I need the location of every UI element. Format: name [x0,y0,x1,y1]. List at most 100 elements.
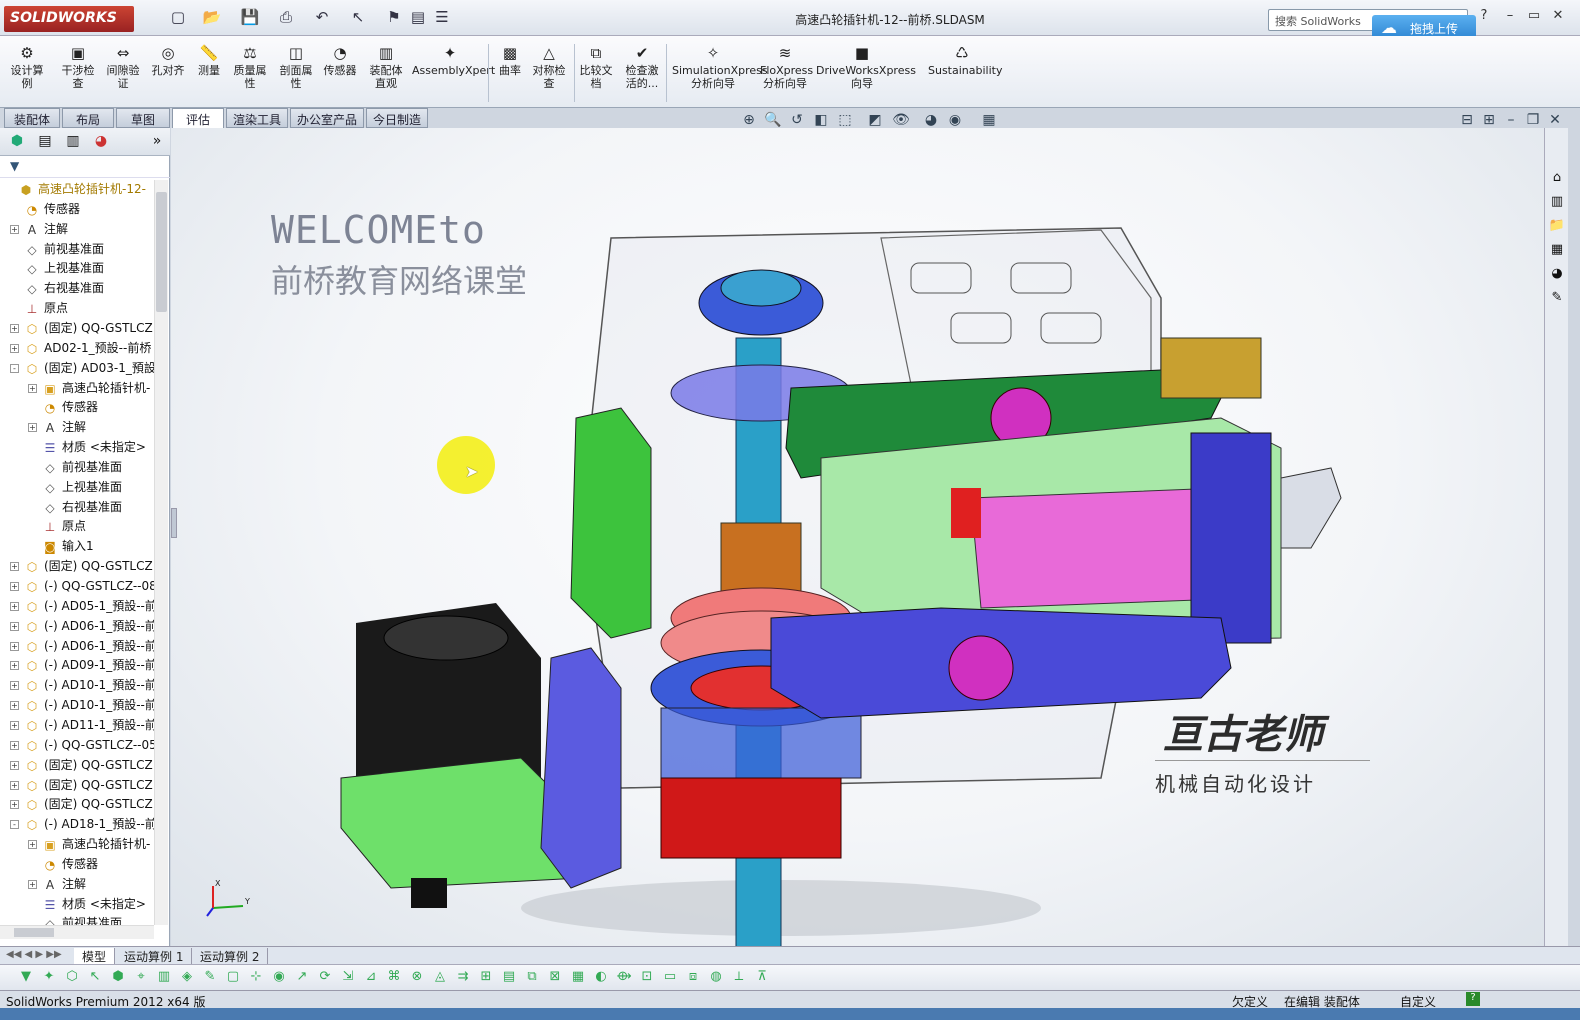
tree-item[interactable]: + ⬡ (-) AD10-1_預設--前 [0,696,154,716]
view-palette-icon[interactable]: ▦ [1548,242,1566,260]
design-library-icon[interactable]: ▥ [1548,194,1566,212]
feature-manager-tab-icon[interactable]: ⬢ [6,133,28,153]
tree-item[interactable]: + A 注解 [0,220,154,240]
cmd-measure-button[interactable]: 📏 测量 [194,44,224,77]
bottom-tool-icon[interactable]: ◈ [177,969,197,987]
expand-icon[interactable]: + [10,780,19,790]
tree-item[interactable]: + ⬡ (-) AD06-1_預設--前 [0,637,154,657]
bottom-tool-icon[interactable]: ⇉ [453,969,473,987]
print-icon[interactable]: ⎙ [276,8,296,28]
appearances-icon[interactable]: ◕ [1548,266,1566,284]
tab-1[interactable]: 布局 [62,108,114,128]
tree-horizontal-scrollbar[interactable] [0,925,154,939]
tab-4[interactable]: 渲染工具 [226,108,288,128]
cmd-floxpress-button[interactable]: ≋ FloXpress分析向导 [760,44,813,90]
expand-icon[interactable]: + [28,423,37,433]
options-icon[interactable]: ☰ [432,8,452,28]
bottom-tab-0[interactable]: 模型 [74,948,116,964]
cmd-sensor-button[interactable]: ◔ 传感器 [320,44,360,77]
tree-item[interactable]: + ⬡ (-) AD10-1_預設--前 [0,676,154,696]
bottom-tool-icon[interactable]: ⧉ [522,969,542,987]
assembly-model[interactable] [321,218,1381,946]
tree-item[interactable]: + ⬡ (-) AD05-1_預設--前 [0,597,154,617]
cmd-compare-button[interactable]: ⧉ 比较文档 [578,44,614,90]
select-icon[interactable]: ↖ [348,8,368,28]
tab-nav-arrows-icon[interactable]: ◀◀ ◀ ▶ ▶▶ [6,949,62,960]
bottom-tool-icon[interactable]: ↗ [292,969,312,987]
expand-icon[interactable]: + [10,323,19,333]
bottom-tool-icon[interactable]: ▤ [499,969,519,987]
tree-item[interactable]: + ⬡ (固定) QQ-GSTLCZ [0,776,154,796]
bottom-tool-icon[interactable]: ✎ [200,969,220,987]
bottom-tool-icon[interactable]: ⌖ [131,969,151,987]
expand-icon[interactable]: + [28,383,37,393]
rebuild-icon[interactable]: ⚑ [384,8,404,28]
cmd-sustainability-button[interactable]: ♺ Sustainability [928,44,1002,77]
expand-icon[interactable]: + [10,760,19,770]
new-file-icon[interactable]: ▢ [168,8,188,28]
bottom-tool-icon[interactable]: ◍ [706,969,726,987]
custom-props-icon[interactable]: ✎ [1548,290,1566,308]
tree-item[interactable]: ◇ 右视基准面 [0,279,154,299]
bottom-tool-icon[interactable]: ⬢ [108,969,128,987]
bottom-tool-icon[interactable]: ◐ [591,969,611,987]
tree-item[interactable]: ◇ 上视基准面 [0,259,154,279]
home-icon[interactable]: ⌂ [1548,170,1566,188]
expand-icon[interactable]: + [10,621,19,631]
tree-item[interactable]: + ▣ 高速凸轮插针机- [0,835,154,855]
expand-icon[interactable]: + [10,800,19,810]
tree-item[interactable]: - ⬡ (-) AD18-1_預設--前 [0,815,154,835]
cmd-mass-props-button[interactable]: ⚖ 质量属性 [230,44,270,90]
tree-item[interactable]: + ⬡ (固定) QQ-GSTLCZ [0,557,154,577]
tree-item[interactable]: ◇ 前视基准面 [0,458,154,478]
bottom-tool-icon[interactable]: ⊿ [361,969,381,987]
bottom-tool-icon[interactable]: ⊞ [476,969,496,987]
expand-icon[interactable]: + [28,840,37,850]
cmd-symmetry-button[interactable]: △ 对称检查 [530,44,568,90]
bottom-tool-icon[interactable]: ▭ [660,969,680,987]
pane-collapse-handle[interactable] [171,508,177,538]
bottom-tool-icon[interactable]: ⊗ [407,969,427,987]
bottom-tool-icon[interactable]: ▦ [568,969,588,987]
maximize-icon[interactable]: ▭ [1524,8,1544,28]
bottom-tool-icon[interactable]: ▢ [223,969,243,987]
expand-icon[interactable]: + [10,343,19,353]
tree-item[interactable]: ◇ 右视基准面 [0,498,154,518]
open-file-icon[interactable]: 📂 [202,8,222,28]
tree-item[interactable]: + A 注解 [0,875,154,895]
bottom-tool-icon[interactable]: ⬡ [62,969,82,987]
tree-item[interactable]: ◇ 前视基准面 [0,240,154,260]
tree-item[interactable]: + ⬡ (-) QQ-GSTLCZ--08 [0,577,154,597]
tree-item[interactable]: + ⬡ (固定) QQ-GSTLCZ [0,319,154,339]
tree-item[interactable]: ☰ 材质 <未指定> [0,895,154,915]
tree-item[interactable]: ◔ 传感器 [0,855,154,875]
file-explorer-icon[interactable]: 📁 [1548,218,1566,236]
save-icon[interactable]: 💾 [240,8,260,28]
cmd-check-button[interactable]: ✔ 检查激活的... [622,44,662,90]
collapse-icon[interactable]: - [10,820,19,830]
tree-item[interactable]: + ⬡ AD02-1_预設--前桥 [0,339,154,359]
tree-item[interactable]: + ⬡ (固定) QQ-GSTLCZ [0,795,154,815]
bottom-tab-2[interactable]: 运动算例 2 [192,948,269,964]
cmd-section-props-button[interactable]: ◫ 剖面属性 [276,44,316,90]
tree-item[interactable]: ⊥ 原点 [0,299,154,319]
expand-icon[interactable]: + [10,582,19,591]
bottom-tool-icon[interactable]: ⊡ [637,969,657,987]
expand-icon[interactable]: + [10,601,19,611]
filter-icon[interactable]: ▼ [10,159,19,173]
tab-0[interactable]: 装配体 [4,108,60,128]
cmd-assembly-visual-button[interactable]: ▥ 装配体直观 [366,44,406,90]
hscroll-thumb[interactable] [14,928,54,937]
expand-icon[interactable]: + [10,562,19,572]
solidworks-logo[interactable]: SOLIDWORKS [4,6,134,32]
expand-icon[interactable]: + [10,641,19,651]
expand-icon[interactable]: + [28,879,37,889]
bottom-tool-icon[interactable]: ⊼ [752,969,772,987]
tree-item[interactable]: + A 注解 [0,418,154,438]
config-manager-tab-icon[interactable]: ▥ [62,133,84,153]
bottom-tool-icon[interactable]: ◬ [430,969,450,987]
bottom-tool-icon[interactable]: ▼ [16,969,36,987]
tree-item[interactable]: + ⬡ (-) QQ-GSTLCZ--05 [0,736,154,756]
cmd-curvature-button[interactable]: ▩ 曲率 [495,44,525,77]
help-icon[interactable]: ? [1474,8,1494,28]
